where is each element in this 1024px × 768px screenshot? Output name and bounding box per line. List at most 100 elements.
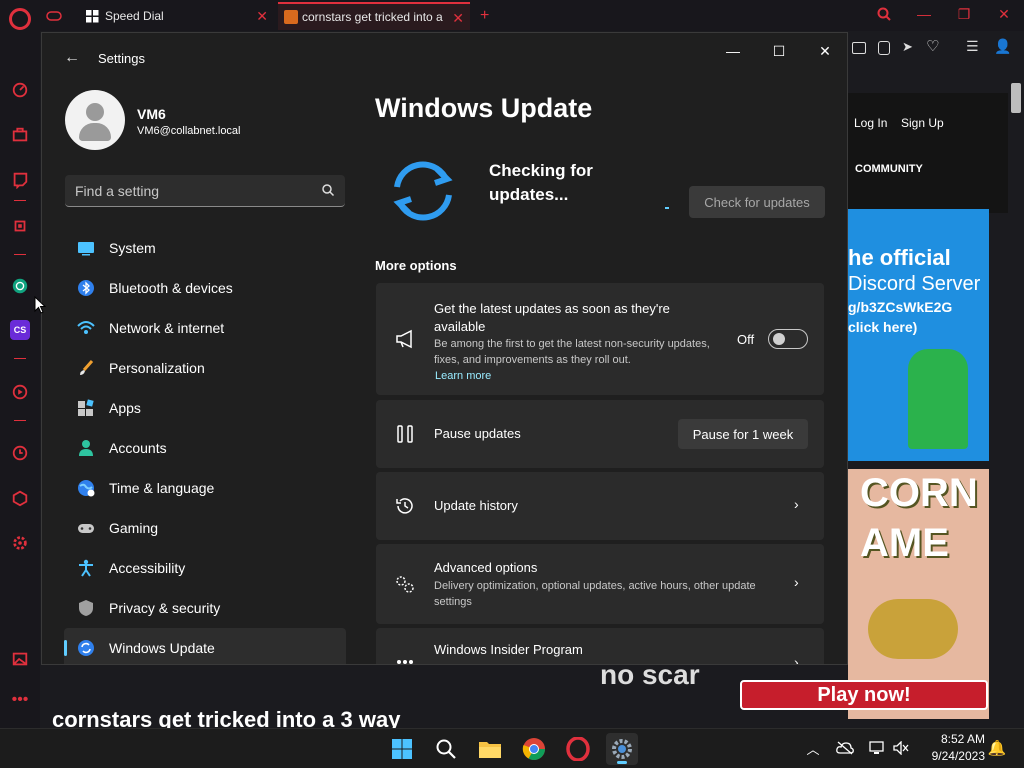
speed-gauge-icon[interactable]	[10, 80, 30, 100]
start-button[interactable]	[386, 733, 418, 765]
minimize-icon[interactable]: —	[916, 6, 932, 22]
notification-bell-icon[interactable]: 🔔	[988, 739, 1007, 757]
mouse-cursor-icon	[34, 296, 46, 314]
megaphone-icon	[394, 328, 416, 350]
new-tab-button[interactable]: +	[480, 2, 500, 30]
more-icon[interactable]: •••	[10, 690, 30, 710]
close-tab-icon[interactable]: ✕	[256, 8, 268, 25]
system-clock[interactable]: 8:52 AM 9/24/2023	[925, 731, 985, 765]
search-button[interactable]	[430, 733, 462, 765]
chrome-button[interactable]	[518, 733, 550, 765]
nav-item-personalization[interactable]: Personalization	[64, 348, 346, 388]
send-icon[interactable]: ➤	[902, 39, 913, 55]
insider-program-card[interactable]: Windows Insider Program ›	[376, 628, 824, 664]
profile-icon[interactable]: 👤	[994, 38, 1011, 55]
gear-icon[interactable]	[10, 533, 30, 553]
nav-item-system[interactable]: System	[64, 228, 346, 268]
shield-icon[interactable]	[878, 41, 890, 55]
nav-label: Apps	[109, 400, 141, 416]
settings-taskbar-button[interactable]	[606, 733, 638, 765]
volume-muted-icon[interactable]	[892, 739, 910, 757]
minimize-button[interactable]: —	[718, 41, 748, 61]
restore-icon[interactable]: ❐	[956, 6, 972, 22]
settings-gear-icon	[612, 739, 632, 759]
nav-item-network[interactable]: Network & internet	[64, 308, 346, 348]
mascot-illustration	[908, 349, 968, 449]
close-icon[interactable]: ✕	[996, 6, 1012, 22]
banner-line: Discord Server	[848, 273, 981, 295]
close-tab-icon[interactable]: ✕	[452, 10, 464, 27]
chevron-up-icon[interactable]: ︿	[804, 739, 822, 757]
nav-item-apps[interactable]: Apps	[64, 388, 346, 428]
learn-more-link[interactable]: Learn more	[435, 370, 491, 382]
cloud-offline-icon[interactable]	[836, 739, 854, 757]
tab-cornstars[interactable]: cornstars get tricked into a ✕	[278, 2, 470, 30]
twitch-icon[interactable]	[10, 170, 30, 190]
search-icon[interactable]	[876, 6, 892, 22]
heart-icon[interactable]: ♡	[926, 37, 939, 55]
chatgpt-icon[interactable]	[10, 276, 30, 296]
opera-button[interactable]	[562, 733, 594, 765]
scrollbar-thumb[interactable]	[1011, 83, 1021, 113]
page-scrollbar[interactable]	[1008, 71, 1024, 721]
avatar[interactable]	[65, 90, 125, 150]
nav-label: Privacy & security	[109, 600, 221, 616]
maximize-button[interactable]: ☐	[764, 41, 794, 61]
windows-update-icon	[75, 637, 97, 659]
insider-icon	[394, 654, 416, 664]
briefcase-icon[interactable]	[10, 125, 30, 145]
discord-banner[interactable]: he official Discord Server g/b3ZCsWkE2G …	[848, 209, 989, 461]
nav-item-bluetooth[interactable]: Bluetooth & devices	[64, 268, 346, 308]
play-circle-icon[interactable]	[10, 382, 30, 402]
settings-titlebar: ← Settings — ☐ ✕	[42, 33, 847, 83]
camera-icon[interactable]	[852, 42, 866, 54]
latest-updates-card: Get the latest updates as soon as they'r…	[376, 283, 824, 395]
chip-icon[interactable]	[10, 216, 30, 236]
card-title: Update history	[434, 498, 518, 513]
card-description: Delivery optimization, optional updates,…	[434, 580, 756, 608]
gears-icon	[394, 573, 416, 595]
window-title: Settings	[98, 51, 145, 66]
nav-item-gaming[interactable]: Gaming	[64, 508, 346, 548]
advanced-options-card[interactable]: Advanced options Delivery optimization, …	[376, 544, 824, 624]
nav-item-windows-update[interactable]: Windows Update	[64, 628, 346, 664]
site-header	[848, 93, 1008, 213]
nav-item-accounts[interactable]: Accounts	[64, 428, 346, 468]
progress-spinner-icon	[665, 207, 669, 209]
opera-icon	[566, 737, 590, 761]
tab-speed-dial[interactable]: Speed Dial ✕	[80, 2, 274, 30]
settings-window: ← Settings — ☐ ✕ VM6 VM6@collabnet.local…	[41, 32, 848, 665]
grid-icon	[86, 9, 99, 22]
clock-icon[interactable]	[10, 443, 30, 463]
latest-updates-toggle[interactable]	[768, 329, 808, 349]
search-icon[interactable]	[321, 183, 335, 197]
banner-line: g/b3ZCsWkE2G	[848, 299, 953, 315]
login-link[interactable]: Log In	[854, 116, 887, 130]
nav-item-accessibility[interactable]: Accessibility	[64, 548, 346, 588]
pause-for-1-week-button[interactable]: Pause for 1 week	[678, 419, 808, 449]
pause-icon	[394, 423, 416, 445]
chevron-right-icon: ›	[794, 574, 799, 590]
nav-item-time-language[interactable]: Time & language	[64, 468, 346, 508]
check-for-updates-button[interactable]: Check for updates	[689, 186, 825, 218]
gamepad-tab-icon[interactable]	[46, 2, 74, 30]
search-input[interactable]	[75, 181, 305, 201]
cs-extension-icon[interactable]: CS	[10, 320, 30, 340]
cube-icon[interactable]	[10, 488, 30, 508]
gallery-icon[interactable]	[10, 649, 30, 669]
signup-link[interactable]: Sign Up	[901, 116, 944, 130]
file-explorer-button[interactable]	[474, 733, 506, 765]
nav-item-privacy[interactable]: Privacy & security	[64, 588, 346, 628]
update-status: Checking for updates...	[489, 161, 593, 204]
opera-logo-icon[interactable]	[9, 8, 31, 30]
easy-setup-icon[interactable]: ☰	[966, 38, 979, 55]
community-link[interactable]: COMMUNITY	[855, 163, 923, 175]
update-history-card[interactable]: Update history ›	[376, 472, 824, 540]
network-status-icon[interactable]	[868, 739, 886, 757]
back-arrow-icon[interactable]: ←	[64, 49, 82, 67]
card-title: Windows Insider Program	[434, 642, 583, 657]
play-now-button[interactable]: Play now!	[740, 680, 988, 710]
gamepad-icon	[75, 517, 97, 539]
character-illustration	[868, 599, 958, 659]
close-button[interactable]: ✕	[810, 41, 840, 61]
